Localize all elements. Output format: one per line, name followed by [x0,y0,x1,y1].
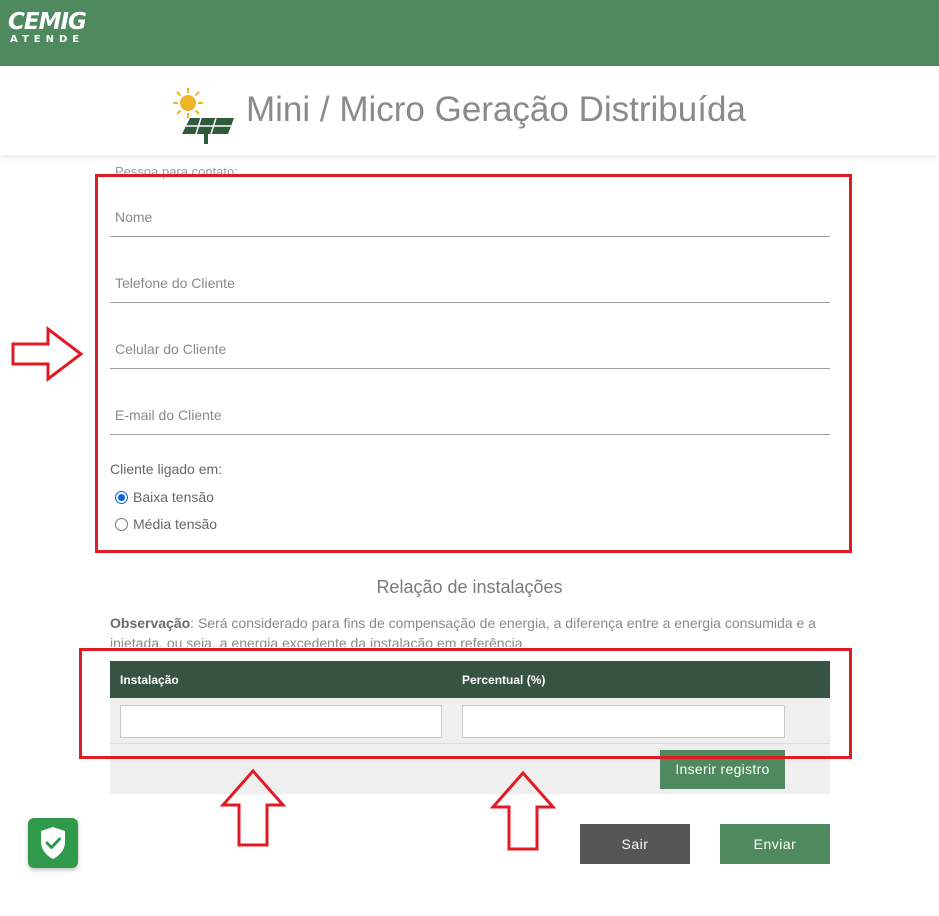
form-content: Pessoa para contato: Cliente ligado em: … [0,155,939,916]
row-divider [110,743,830,744]
top-bar: CEMIG ATENDE [0,0,939,66]
installations-table-body: Inserir registro [110,698,830,794]
logo-sub-text: ATENDE [10,34,85,45]
security-badge[interactable] [28,818,78,868]
connection-label: Cliente ligado em: [110,461,223,477]
shield-check-icon [41,827,65,859]
phone-field-wrapper [110,263,830,303]
phone-input[interactable] [110,263,830,302]
send-button[interactable]: Enviar [720,824,830,864]
solar-panel-icon [173,88,234,144]
email-input[interactable] [110,395,830,434]
note-text: : Será considerado para fins de compensa… [110,615,816,647]
mobile-input[interactable] [110,329,830,368]
installations-table-header: Instalação Percentual (%) [110,661,830,698]
page-title: Mini / Micro Geração Distribuída [246,90,746,129]
installations-title: Relação de instalações [376,577,563,597]
radio-label-low-voltage: Baixa tensão [133,489,214,505]
installation-cell [120,705,442,738]
percent-input[interactable] [463,706,784,737]
radio-button-checked[interactable] [115,490,128,504]
name-input[interactable] [110,197,830,236]
page-header: Mini / Micro Geração Distribuída [0,66,939,155]
percent-cell [462,705,785,738]
mobile-field-wrapper [110,329,830,369]
column-installation: Instalação [120,673,179,687]
email-field-wrapper [110,395,830,435]
insert-record-button[interactable]: Inserir registro [660,750,785,789]
installations-note: Observação: Será considerado para fins d… [110,613,830,647]
radio-button-unchecked[interactable] [115,517,128,531]
cemig-logo[interactable]: CEMIG ATENDE [8,9,87,46]
radio-label-medium-voltage: Média tensão [133,516,218,532]
logo-main-text: CEMIG [8,9,87,35]
contact-section-label: Pessoa para contato: [115,164,238,179]
radio-medium-voltage[interactable]: Média tensão [115,516,217,532]
column-percent: Percentual (%) [462,673,546,687]
exit-button[interactable]: Sair [580,824,690,864]
note-label: Observação [110,615,191,631]
radio-low-voltage[interactable]: Baixa tensão [115,489,214,505]
installation-input[interactable] [121,706,441,737]
name-field-wrapper [110,197,830,237]
